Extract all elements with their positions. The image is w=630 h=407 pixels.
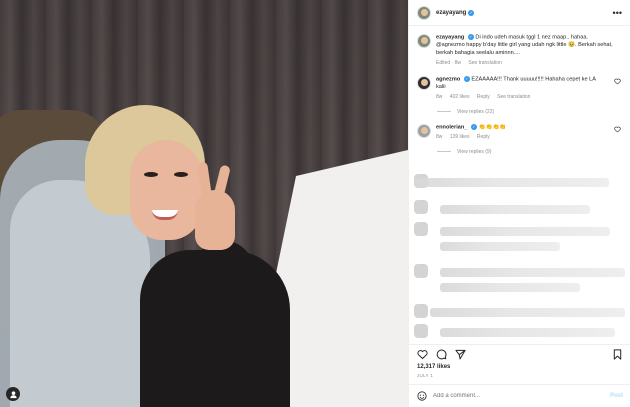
post-header: ezayayang ✓ ••• [409,0,630,26]
blurred-comment [440,283,580,292]
comment-avatar[interactable] [417,75,431,90]
emoji-icon[interactable] [417,391,427,401]
caption-see-translation[interactable]: See translation [468,60,501,66]
comment-likes[interactable]: 139 likes [450,134,470,140]
face [130,140,202,240]
caption-username[interactable]: ezayayang [436,34,464,40]
comment-time: 8w [436,94,443,101]
blurred-avatar [414,324,428,338]
comment-likes[interactable]: 402 likes [450,94,470,100]
blurred-avatar [414,200,428,214]
comment-input[interactable] [433,393,583,399]
blurred-comment [430,308,625,317]
blurred-comment [440,205,590,214]
comment-item: ennolerian_ ✓ 👏👏👏👏 8w 139 likes Reply [409,123,630,142]
comment-avatar[interactable] [417,123,431,138]
view-replies-button[interactable]: View replies (9) [409,149,630,155]
like-comment-icon[interactable] [614,78,621,85]
tagged-user-icon[interactable] [6,387,20,401]
blurred-comment [414,178,609,187]
blurred-avatar [414,264,428,278]
blurred-avatar [414,304,428,318]
more-horizontal-icon[interactable]: ••• [613,8,622,18]
caption-avatar[interactable] [417,34,431,48]
add-comment-bar: Post [409,384,630,407]
blurred-comment [440,328,615,337]
blurred-avatar [414,222,428,236]
comment-reply-button[interactable]: Reply [477,94,490,100]
likes-count[interactable]: 12,317 likes [417,364,450,370]
header-username[interactable]: ezayayang [436,10,466,16]
blurred-comment [440,227,610,236]
blurred-comment [440,242,560,251]
share-icon[interactable] [455,347,466,360]
verified-icon: ✓ [467,34,474,40]
comment-item: agnezmo ✓ EZAAAAA!!! Thank uuuuu!!!!! Ha… [409,75,630,102]
blurred-comment [440,268,625,277]
comment-text: EZAAAAA!!! Thank uuuuu!!!!! Hahaha cepet… [436,76,596,90]
bookmark-icon[interactable] [612,347,623,360]
post-caption: ezayayang ✓ Di indo udeh masuk tggl 1 ne… [409,26,630,68]
like-comment-icon[interactable] [614,126,621,133]
view-replies-button[interactable]: View replies (22) [409,109,630,115]
comment-username[interactable]: agnezmo [436,76,460,82]
verified-icon: ✓ [463,75,470,82]
post-comment-button[interactable]: Post [610,393,623,399]
comment-time: 8w [436,134,443,141]
caption-edited: Edited · 8w [436,60,462,67]
comment-username[interactable]: ennolerian_ [436,124,467,130]
post-photo[interactable] [0,0,408,407]
heart-icon[interactable] [417,347,428,360]
comment-reply-button[interactable]: Reply [477,134,490,140]
verified-icon: ✓ [470,123,477,130]
post-sidebar: ezayayang ✓ ••• ezayayang ✓ Di indo udeh… [408,0,630,407]
verified-icon: ✓ [468,9,475,16]
post-actions [409,344,630,360]
post-date: JULY 1 [417,373,434,378]
avatar[interactable] [417,5,431,20]
comment-see-translation[interactable]: See translation [497,94,530,100]
comment-icon[interactable] [436,347,447,360]
comment-text: 👏👏👏👏 [478,124,507,131]
